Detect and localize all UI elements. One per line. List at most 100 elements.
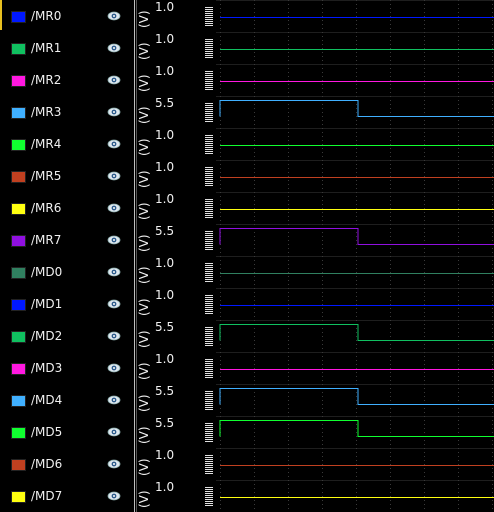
- signal-name[interactable]: /MD0: [31, 265, 62, 279]
- scale-ticks-icon[interactable]: [205, 71, 213, 91]
- max-value-label: 1.0: [155, 256, 175, 270]
- color-swatch[interactable]: [11, 459, 26, 471]
- max-value-label: 1.0: [155, 0, 175, 14]
- visibility-eye-icon[interactable]: [107, 393, 121, 407]
- unit-label: (V): [137, 426, 151, 444]
- unit-label: (V): [137, 138, 151, 156]
- signal-name[interactable]: /MR5: [31, 169, 61, 183]
- visibility-eye-icon[interactable]: [107, 457, 121, 471]
- max-value-label: 5.5: [155, 384, 175, 398]
- color-swatch[interactable]: [11, 395, 26, 407]
- color-swatch[interactable]: [11, 267, 26, 279]
- max-value-label: 5.5: [155, 320, 175, 334]
- color-swatch[interactable]: [11, 363, 26, 375]
- unit-label: (V): [137, 330, 151, 348]
- scale-ticks-icon[interactable]: [205, 167, 213, 187]
- visibility-eye-icon[interactable]: [107, 201, 121, 215]
- signal-name[interactable]: /MR1: [31, 41, 61, 55]
- svg-text:(V): (V): [137, 458, 151, 476]
- signal-name[interactable]: /MD1: [31, 297, 62, 311]
- max-value-label: 1.0: [155, 448, 175, 462]
- color-swatch[interactable]: [11, 11, 26, 23]
- scale-ticks-icon[interactable]: [205, 39, 213, 59]
- svg-text:(V): (V): [137, 394, 151, 412]
- visibility-eye-icon[interactable]: [107, 233, 121, 247]
- color-swatch[interactable]: [11, 331, 26, 343]
- signal-name[interactable]: /MR3: [31, 105, 61, 119]
- max-value-label: 1.0: [155, 64, 175, 78]
- signal-name[interactable]: /MD4: [31, 393, 62, 407]
- visibility-eye-icon[interactable]: [107, 489, 121, 503]
- signal-name[interactable]: /MD3: [31, 361, 62, 375]
- unit-label: (V): [137, 42, 151, 60]
- svg-text:(V): (V): [137, 170, 151, 188]
- scale-ticks-icon[interactable]: [205, 7, 213, 27]
- focus-indicator: [0, 0, 2, 30]
- color-swatch[interactable]: [11, 427, 26, 439]
- max-value-label: 1.0: [155, 160, 175, 174]
- visibility-eye-icon[interactable]: [107, 9, 121, 23]
- visibility-eye-icon[interactable]: [107, 329, 121, 343]
- scale-ticks-icon[interactable]: [205, 455, 213, 475]
- scale-ticks-icon[interactable]: [205, 263, 213, 283]
- scale-ticks-icon[interactable]: [205, 487, 213, 507]
- color-swatch[interactable]: [11, 235, 26, 247]
- color-swatch[interactable]: [11, 107, 26, 119]
- unit-label: (V): [137, 234, 151, 252]
- signal-name[interactable]: /MD7: [31, 489, 62, 503]
- scale-ticks-icon[interactable]: [205, 391, 213, 411]
- visibility-eye-icon[interactable]: [107, 425, 121, 439]
- signal-name[interactable]: /MR2: [31, 73, 61, 87]
- unit-label: (V): [137, 490, 151, 508]
- signal-name[interactable]: /MR6: [31, 201, 61, 215]
- unit-label: (V): [137, 170, 151, 188]
- color-swatch[interactable]: [11, 75, 26, 87]
- visibility-eye-icon[interactable]: [107, 105, 121, 119]
- color-swatch[interactable]: [11, 203, 26, 215]
- panel-divider-shadow: [136, 0, 137, 512]
- scale-ticks-icon[interactable]: [205, 103, 213, 123]
- svg-text:(V): (V): [137, 234, 151, 252]
- scale-ticks-icon[interactable]: [205, 423, 213, 443]
- visibility-eye-icon[interactable]: [107, 297, 121, 311]
- signal-name[interactable]: /MD5: [31, 425, 62, 439]
- color-swatch[interactable]: [11, 43, 26, 55]
- visibility-eye-icon[interactable]: [107, 73, 121, 87]
- unit-label: (V): [137, 362, 151, 380]
- scale-ticks-icon[interactable]: [205, 199, 213, 219]
- svg-text:(V): (V): [137, 362, 151, 380]
- signal-name[interactable]: /MR0: [31, 9, 61, 23]
- svg-text:(V): (V): [137, 266, 151, 284]
- panel-divider[interactable]: [134, 0, 135, 512]
- max-value-label: 1.0: [155, 352, 175, 366]
- color-swatch[interactable]: [11, 139, 26, 151]
- max-value-label: 1.0: [155, 480, 175, 494]
- signal-name[interactable]: /MD6: [31, 457, 62, 471]
- color-swatch[interactable]: [11, 299, 26, 311]
- signal-name[interactable]: /MD2: [31, 329, 62, 343]
- waveform-area[interactable]: [216, 0, 494, 512]
- visibility-eye-icon[interactable]: [107, 137, 121, 151]
- signal-name[interactable]: /MR4: [31, 137, 61, 151]
- scale-ticks-icon[interactable]: [205, 295, 213, 315]
- color-swatch[interactable]: [11, 171, 26, 183]
- scale-ticks-icon[interactable]: [205, 231, 213, 251]
- visibility-eye-icon[interactable]: [107, 169, 121, 183]
- svg-text:(V): (V): [137, 298, 151, 316]
- unit-label: (V): [137, 458, 151, 476]
- scale-ticks-icon[interactable]: [205, 327, 213, 347]
- unit-label: (V): [137, 202, 151, 220]
- max-value-label: 5.5: [155, 416, 175, 430]
- svg-text:(V): (V): [137, 330, 151, 348]
- color-swatch[interactable]: [11, 491, 26, 503]
- signal-name[interactable]: /MR7: [31, 233, 61, 247]
- scale-ticks-icon[interactable]: [205, 359, 213, 379]
- visibility-eye-icon[interactable]: [107, 41, 121, 55]
- unit-label: (V): [137, 266, 151, 284]
- scale-ticks-icon[interactable]: [205, 135, 213, 155]
- visibility-eye-icon[interactable]: [107, 361, 121, 375]
- svg-text:(V): (V): [137, 138, 151, 156]
- visibility-eye-icon[interactable]: [107, 265, 121, 279]
- max-value-label: 1.0: [155, 32, 175, 46]
- svg-text:(V): (V): [137, 490, 151, 508]
